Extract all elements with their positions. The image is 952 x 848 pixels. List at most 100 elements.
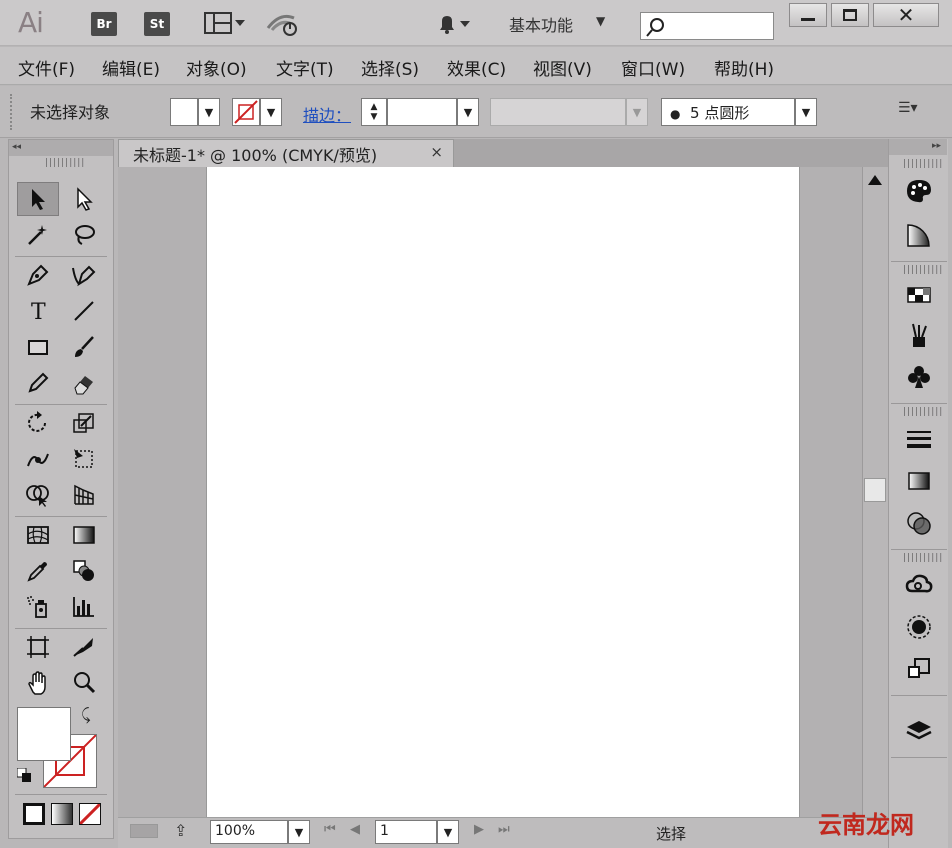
artboards-panel-button[interactable]: [899, 651, 939, 687]
pen-tool[interactable]: [17, 258, 59, 292]
direct-selection-tool[interactable]: [63, 182, 105, 216]
cc-libraries-icon[interactable]: [130, 824, 158, 838]
fill-swatch[interactable]: [170, 98, 198, 126]
color-mode-icon[interactable]: [23, 803, 45, 825]
no-stroke-icon: [234, 100, 258, 124]
magic-wand-tool[interactable]: [17, 218, 59, 252]
line-segment-tool[interactable]: [63, 294, 105, 328]
close-document-icon[interactable]: ×: [430, 143, 443, 161]
gradient-mode-icon[interactable]: [51, 803, 73, 825]
color-guide-panel-button[interactable]: [899, 217, 939, 253]
sync-settings-button[interactable]: [266, 10, 302, 38]
mesh-tool[interactable]: [17, 518, 59, 552]
cc-libraries-panel-button[interactable]: [899, 567, 939, 603]
slice-tool[interactable]: [63, 630, 105, 664]
arrange-documents-button[interactable]: [204, 12, 248, 36]
notifications-button[interactable]: [436, 12, 472, 36]
menu-file[interactable]: 文件(F): [18, 55, 75, 80]
brush-dropdown[interactable]: ▼: [795, 98, 817, 126]
close-window-button[interactable]: ✕: [873, 3, 939, 27]
menu-help[interactable]: 帮助(H): [714, 55, 774, 80]
menu-effect[interactable]: 效果(C): [447, 55, 506, 80]
scroll-up-icon[interactable]: [868, 175, 882, 185]
default-fill-stroke-icon[interactable]: [16, 767, 31, 782]
zoom-level-dropdown[interactable]: ▼: [288, 820, 310, 844]
fill-color-box[interactable]: [17, 707, 71, 761]
workspace-switcher[interactable]: 基本功能: [509, 12, 573, 36]
dock-collapse[interactable]: ▸▸: [889, 139, 947, 155]
type-tool[interactable]: T: [17, 294, 59, 328]
column-graph-tool[interactable]: [63, 590, 105, 624]
scale-tool[interactable]: [63, 406, 105, 440]
artboard-tool[interactable]: [17, 630, 59, 664]
previous-artboard-icon[interactable]: ◀: [350, 822, 360, 837]
menu-edit[interactable]: 编辑(E): [102, 55, 160, 80]
next-artboard-icon[interactable]: ▶: [474, 822, 484, 837]
fill-dropdown[interactable]: ▼: [198, 98, 220, 126]
curvature-tool[interactable]: [63, 258, 105, 292]
none-mode-icon[interactable]: [79, 803, 101, 825]
selection-tool[interactable]: [17, 182, 59, 216]
stock-button[interactable]: St: [144, 12, 170, 36]
stroke-weight-input[interactable]: [387, 98, 457, 126]
stroke-swatch[interactable]: [232, 98, 260, 126]
artboard-number-dropdown[interactable]: ▼: [437, 820, 459, 844]
swap-fill-stroke-icon[interactable]: ⤹: [81, 705, 91, 725]
brushes-panel-button[interactable]: [899, 317, 939, 353]
hand-tool[interactable]: [17, 666, 59, 700]
appearance-panel-button[interactable]: [899, 609, 939, 645]
minimize-button[interactable]: [789, 3, 827, 27]
eraser-tool[interactable]: [63, 366, 105, 400]
menu-select[interactable]: 选择(S): [361, 55, 419, 80]
scale-icon: [73, 413, 94, 433]
paintbrush-tool[interactable]: [63, 330, 105, 364]
color-mode-buttons: [17, 800, 107, 828]
share-icon[interactable]: ⇪: [174, 821, 187, 840]
symbol-sprayer-tool[interactable]: [17, 590, 59, 624]
color-panel-button[interactable]: [899, 173, 939, 209]
stroke-dropdown[interactable]: ▼: [260, 98, 282, 126]
workspace-caret-icon[interactable]: ▼: [596, 14, 605, 28]
eyedropper-tool[interactable]: [17, 554, 59, 588]
stroke-weight-dropdown[interactable]: ▼: [457, 98, 479, 126]
control-bar-grip[interactable]: [10, 94, 14, 130]
search-input[interactable]: [640, 12, 774, 40]
gradient-panel-button[interactable]: [899, 463, 939, 499]
stroke-panel-link[interactable]: 描边：: [303, 102, 351, 126]
artboard-number-input[interactable]: 1: [375, 820, 437, 844]
document-tab[interactable]: 未标题-1* @ 100% (CMYK/预览) ×: [118, 139, 454, 167]
gradient-tool[interactable]: [63, 518, 105, 552]
bridge-button[interactable]: Br: [91, 12, 117, 36]
maximize-button[interactable]: [831, 3, 869, 27]
rectangle-tool[interactable]: [17, 330, 59, 364]
brush-definition[interactable]: ● 5 点圆形: [661, 98, 795, 126]
shape-builder-tool[interactable]: [17, 478, 59, 512]
stroke-panel-button[interactable]: [899, 421, 939, 457]
lasso-tool[interactable]: [63, 218, 105, 252]
pencil-tool[interactable]: [17, 366, 59, 400]
swatches-panel-button[interactable]: [899, 277, 939, 313]
first-artboard-icon[interactable]: ⏮: [324, 822, 336, 837]
menu-type[interactable]: 文字(T): [276, 55, 334, 80]
last-artboard-icon[interactable]: ⏭: [498, 822, 510, 837]
tools-panel-grip[interactable]: ||||||||||: [45, 158, 85, 168]
warp-tool[interactable]: [17, 442, 59, 476]
zoom-tool[interactable]: [63, 666, 105, 700]
artboard[interactable]: [206, 167, 800, 817]
blend-tool[interactable]: [63, 554, 105, 588]
tools-panel-collapse[interactable]: ◂◂: [9, 140, 113, 156]
menu-view[interactable]: 视图(V): [533, 55, 592, 80]
menu-window[interactable]: 窗口(W): [621, 55, 685, 80]
stroke-weight-stepper[interactable]: ▲ ▼: [361, 98, 387, 126]
zoom-level-input[interactable]: 100%: [210, 820, 288, 844]
curvature-pen-icon: [72, 265, 96, 287]
rotate-tool[interactable]: [17, 406, 59, 440]
transparency-panel-button[interactable]: [899, 505, 939, 541]
perspective-grid-tool[interactable]: [63, 478, 105, 512]
layers-panel-button[interactable]: [899, 713, 939, 749]
free-transform-tool[interactable]: [63, 442, 105, 476]
symbols-panel-button[interactable]: [899, 359, 939, 395]
menu-object[interactable]: 对象(O): [186, 55, 247, 80]
scrollbar-thumb[interactable]: [864, 478, 886, 502]
panel-menu-icon[interactable]: ☰▾: [898, 100, 918, 116]
